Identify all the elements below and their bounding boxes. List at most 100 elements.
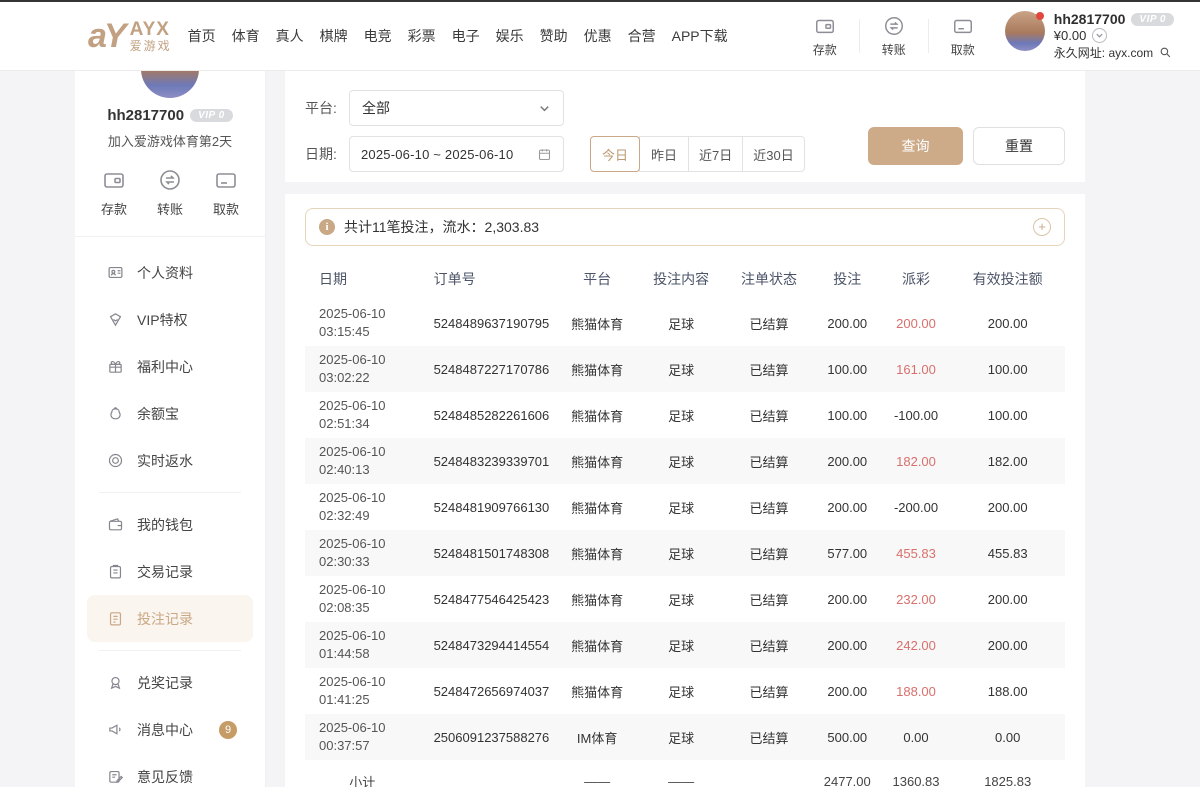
table-row[interactable]: 2025-06-1002:32:49 5248481909766130 熊猫体育… xyxy=(305,484,1065,530)
date-range-input[interactable]: 2025-06-10 ~ 2025-06-10 xyxy=(349,136,564,172)
cell-time: 03:15:45 xyxy=(319,323,420,341)
quick-date-today[interactable]: 今日 xyxy=(590,136,640,172)
sidebar-item-profile[interactable]: 个人资料 xyxy=(87,249,253,296)
cell-payout: 161.00 xyxy=(882,346,951,392)
sidebar-item-rebate[interactable]: 实时返水 xyxy=(87,437,253,484)
cell-content: 足球 xyxy=(637,346,725,392)
cell-status: 已结算 xyxy=(725,438,813,484)
sidebar-item-bet-records[interactable]: 投注记录 xyxy=(87,595,253,642)
platform-select[interactable]: 全部 xyxy=(349,90,564,126)
sidebar-item-label: 我的钱包 xyxy=(137,515,193,535)
cell-platform: 熊猫体育 xyxy=(557,622,637,668)
sidebar-item-messages[interactable]: 消息中心 9 xyxy=(87,706,253,753)
nav-live[interactable]: 真人 xyxy=(276,26,304,46)
filter-panel: 平台: 全部 日期: 2025-06-10 ~ 2025-06-10 今日 昨日… xyxy=(285,70,1085,182)
cell-platform: IM体育 xyxy=(557,714,637,760)
main-nav: 首页 体育 真人 棋牌 电竞 彩票 电子 娱乐 赞助 优惠 合营 APP下载 xyxy=(188,26,728,46)
sidebar-item-wallet[interactable]: 我的钱包 xyxy=(87,501,253,548)
page: aY AYX 爱游戏 首页 体育 真人 棋牌 电竞 彩票 电子 娱乐 赞助 优惠… xyxy=(0,0,1200,787)
subtotal-payout: 1360.83 xyxy=(882,760,951,787)
nav-esports[interactable]: 电竞 xyxy=(364,26,392,46)
cell-date: 2025-06-10 xyxy=(319,351,420,369)
sidebar-item-welfare[interactable]: 福利中心 xyxy=(87,343,253,390)
sidebar-item-redeem[interactable]: 兑奖记录 xyxy=(87,659,253,706)
sidebar-item-transactions[interactable]: 交易记录 xyxy=(87,548,253,595)
nav-affiliate[interactable]: 合营 xyxy=(628,26,656,46)
vip-badge: VIP 0 xyxy=(1131,13,1174,26)
col-payout: 派彩 xyxy=(882,258,951,300)
header-withdraw-button[interactable]: 取款 xyxy=(937,15,989,58)
header-transfer-button[interactable]: 转账 xyxy=(868,15,920,58)
table-row[interactable]: 2025-06-1002:08:35 5248477546425423 熊猫体育… xyxy=(305,576,1065,622)
deposit-icon xyxy=(102,168,126,192)
header-deposit-label: 存款 xyxy=(813,41,837,58)
divider xyxy=(928,19,929,53)
cell-status: 已结算 xyxy=(725,346,813,392)
table-row[interactable]: 2025-06-1003:15:45 5248489637190795 熊猫体育… xyxy=(305,300,1065,346)
nav-sports[interactable]: 体育 xyxy=(232,26,260,46)
balance-refresh-button[interactable] xyxy=(1092,28,1107,43)
quick-date-7days[interactable]: 近7日 xyxy=(688,136,743,172)
nav-promo[interactable]: 优惠 xyxy=(584,26,612,46)
cell-platform: 熊猫体育 xyxy=(557,392,637,438)
cell-valid: 200.00 xyxy=(950,484,1065,530)
header-deposit-button[interactable]: 存款 xyxy=(799,15,851,58)
nav-app-download[interactable]: APP下载 xyxy=(672,26,728,46)
nav-home[interactable]: 首页 xyxy=(188,26,216,46)
cell-bet: 500.00 xyxy=(813,714,882,760)
subtotal-bet: 2477.00 xyxy=(813,760,882,787)
table-row[interactable]: 2025-06-1002:40:13 5248483239339701 熊猫体育… xyxy=(305,438,1065,484)
cell-status: 已结算 xyxy=(725,714,813,760)
cell-content: 足球 xyxy=(637,484,725,530)
reset-button[interactable]: 重置 xyxy=(973,127,1065,165)
cell-date: 2025-06-10 xyxy=(319,397,420,415)
search-button[interactable]: 查询 xyxy=(868,127,963,165)
search-icon[interactable] xyxy=(1159,46,1172,59)
logo[interactable]: aY AYX 爱游戏 xyxy=(88,19,172,53)
rebate-ring-icon xyxy=(107,452,124,469)
nav-lottery[interactable]: 彩票 xyxy=(408,26,436,46)
table-row[interactable]: 2025-06-1001:41:25 5248472656974037 熊猫体育… xyxy=(305,668,1065,714)
balance: ¥0.00 xyxy=(1054,28,1087,43)
cell-date: 2025-06-10 xyxy=(319,581,420,599)
sidebar-item-label: 投注记录 xyxy=(137,609,193,629)
quick-date-yesterday[interactable]: 昨日 xyxy=(639,136,689,172)
table-row[interactable]: 2025-06-1003:02:22 5248487227170786 熊猫体育… xyxy=(305,346,1065,392)
table-row[interactable]: 2025-06-1000:37:57 2506091237588276 IM体育… xyxy=(305,714,1065,760)
cell-time: 02:30:33 xyxy=(319,553,420,571)
sidebar-deposit-button[interactable]: 存款 xyxy=(101,168,127,218)
notification-dot xyxy=(1036,12,1044,20)
nav-chess[interactable]: 棋牌 xyxy=(320,26,348,46)
sidebar-transfer-button[interactable]: 转账 xyxy=(157,168,183,218)
chevron-down-icon xyxy=(538,102,551,115)
table-row[interactable]: 2025-06-1002:51:34 5248485282261606 熊猫体育… xyxy=(305,392,1065,438)
logo-title: AYX xyxy=(130,20,172,40)
user-block[interactable]: hh2817700 VIP 0 ¥0.00 永久网址: ayx.com xyxy=(1005,11,1174,61)
table-row[interactable]: 2025-06-1002:30:33 5248481501748308 熊猫体育… xyxy=(305,530,1065,576)
cell-content: 足球 xyxy=(637,622,725,668)
quick-date-30days[interactable]: 近30日 xyxy=(742,136,804,172)
cell-order: 5248481501748308 xyxy=(420,530,557,576)
sidebar-item-vip[interactable]: VIP特权 xyxy=(87,296,253,343)
clipboard-icon xyxy=(107,563,124,580)
cell-payout: 188.00 xyxy=(882,668,951,714)
user-avatar[interactable] xyxy=(1005,11,1045,51)
sidebar-quick-actions: 存款 转账 取款 xyxy=(75,168,265,218)
col-status: 注单状态 xyxy=(725,258,813,300)
expand-plus-icon[interactable]: + xyxy=(1033,218,1051,236)
divider xyxy=(99,492,241,493)
table-row[interactable]: 2025-06-1001:44:58 5248473294414554 熊猫体育… xyxy=(305,622,1065,668)
sidebar-item-feedback[interactable]: 意见反馈 xyxy=(87,753,253,787)
wallet-icon xyxy=(107,516,124,533)
nav-slots[interactable]: 电子 xyxy=(452,26,480,46)
nav-sponsor[interactable]: 赞助 xyxy=(540,26,568,46)
subtotal-platform: —— xyxy=(557,760,637,787)
cell-date: 2025-06-10 xyxy=(319,673,420,691)
cell-time: 02:08:35 xyxy=(319,599,420,617)
nav-entertainment[interactable]: 娱乐 xyxy=(496,26,524,46)
header-withdraw-label: 取款 xyxy=(951,41,975,58)
sidebar-withdraw-button[interactable]: 取款 xyxy=(213,168,239,218)
sidebar-item-yuebao[interactable]: 余额宝 xyxy=(87,390,253,437)
cell-time: 01:41:25 xyxy=(319,691,420,709)
transfer-icon xyxy=(158,168,182,192)
